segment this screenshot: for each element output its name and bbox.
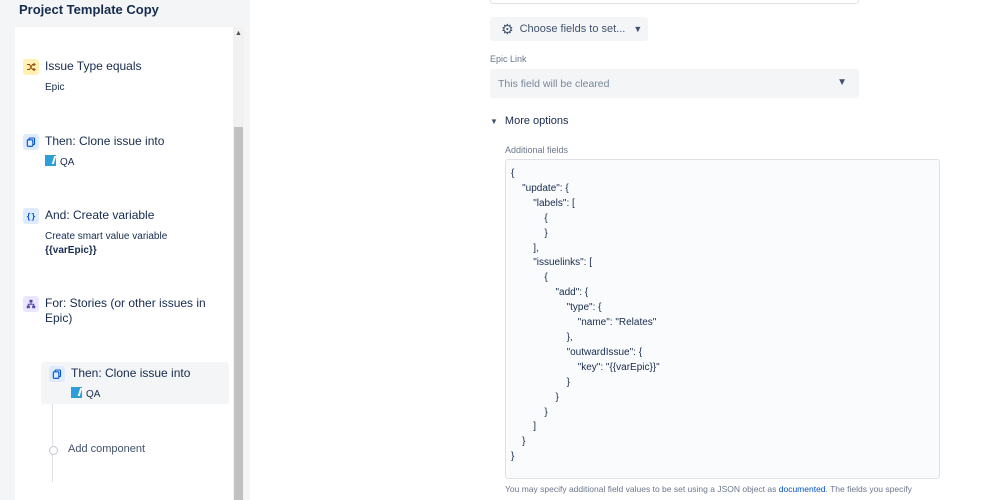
project-icon	[71, 387, 82, 398]
component-issue-type-condition[interactable]: Issue Type equals Epic	[21, 59, 229, 99]
help-text-prefix: You may specify additional field values …	[505, 484, 779, 494]
json-line: "name": "Relates"	[511, 317, 657, 329]
json-line: {	[511, 168, 515, 179]
json-line: }	[511, 227, 548, 239]
more-options-toggle[interactable]: ▼ More options	[490, 115, 569, 127]
nested-component-body: Then: Clone issue into QA	[47, 366, 227, 402]
epic-link-select[interactable]: This field will be cleared ▼	[490, 69, 859, 98]
component-subtitle: Epic	[45, 82, 65, 93]
documented-link[interactable]: documented	[779, 484, 826, 494]
gear-icon: ⚙	[501, 21, 514, 37]
additional-fields-help: You may specify additional field values …	[505, 484, 912, 494]
json-line: "type": {	[511, 302, 602, 314]
chevron-down-icon: ▼	[837, 77, 847, 88]
project-icon	[45, 155, 56, 166]
choose-fields-label: Choose fields to set...	[519, 23, 626, 35]
component-variable-name: {{varEpic}}	[45, 245, 97, 256]
component-subtitle: Create smart value variable	[45, 231, 168, 242]
rule-title: Project Template Copy	[19, 2, 159, 17]
json-line: "add": {	[511, 287, 589, 299]
add-component-link[interactable]: Add component	[68, 443, 145, 455]
previous-field-input[interactable]	[490, 0, 859, 4]
choose-fields-button[interactable]: ⚙ Choose fields to set... ▼	[490, 17, 648, 41]
branch-icon	[23, 296, 39, 312]
json-line: }	[511, 436, 526, 448]
chevron-down-icon: ▼	[490, 116, 498, 126]
additional-fields-label: Additional fields	[505, 145, 569, 155]
shuffle-icon	[23, 59, 39, 75]
json-line: "update": {	[511, 182, 569, 194]
component-title: And: Create variable	[45, 208, 155, 222]
braces-icon: {}	[23, 208, 39, 224]
more-options-label: More options	[504, 115, 569, 127]
component-list-scrollbar[interactable]: ▲	[233, 27, 244, 500]
component-create-variable[interactable]: {} And: Create variable Create smart val…	[21, 208, 229, 258]
json-line: }	[511, 391, 559, 403]
json-line: ]	[511, 421, 537, 433]
component-clone-issue[interactable]: Then: Clone issue into QA	[21, 134, 229, 174]
component-project: QA	[71, 387, 100, 401]
component-nested-clone-issue[interactable]: Then: Clone issue into QA	[41, 362, 229, 404]
copy-icon	[23, 134, 39, 150]
component-branch-stories[interactable]: For: Stories (or other issues in Epic)	[21, 296, 229, 332]
json-line: {	[511, 272, 548, 284]
rule-component-list: Issue Type equals Epic Then: Clone issue…	[15, 27, 233, 500]
json-line: ],	[511, 242, 539, 254]
json-line: "labels": [	[511, 197, 575, 209]
scroll-up-arrow-icon[interactable]: ▲	[233, 27, 244, 39]
json-line: }	[511, 406, 548, 418]
automation-rule-editor: Project Template Copy Issue Type equals …	[0, 0, 999, 500]
epic-link-label: Epic Link	[490, 54, 527, 64]
component-title: For: Stories (or other issues in Epic)	[45, 296, 206, 325]
json-line: }	[511, 451, 515, 463]
epic-link-value: This field will be cleared	[498, 77, 610, 90]
component-title: Issue Type equals	[45, 59, 142, 73]
component-title: Then: Clone issue into	[45, 134, 165, 148]
component-title: Then: Clone issue into	[71, 366, 191, 380]
help-text-suffix: . The fields you specify	[825, 484, 912, 494]
project-name: QA	[86, 389, 101, 400]
project-name: QA	[60, 157, 75, 168]
component-project: QA	[45, 155, 74, 169]
json-line: },	[511, 331, 573, 343]
json-line: "issuelinks": [	[511, 257, 593, 269]
chevron-down-icon: ▼	[633, 24, 643, 34]
json-line: {	[511, 212, 548, 224]
rule-components-panel: Project Template Copy Issue Type equals …	[0, 0, 250, 500]
copy-icon	[49, 366, 65, 382]
additional-fields-json-editor[interactable]: { "update": { "labels": [ { } ], "issuel…	[505, 159, 940, 479]
add-component-dot-icon	[49, 446, 58, 455]
json-line: }	[511, 376, 570, 388]
json-line: "outwardIssue": {	[511, 346, 643, 358]
json-line: "key": "{{varEpic}}"	[511, 361, 660, 373]
scrollbar-thumb[interactable]	[234, 127, 243, 500]
